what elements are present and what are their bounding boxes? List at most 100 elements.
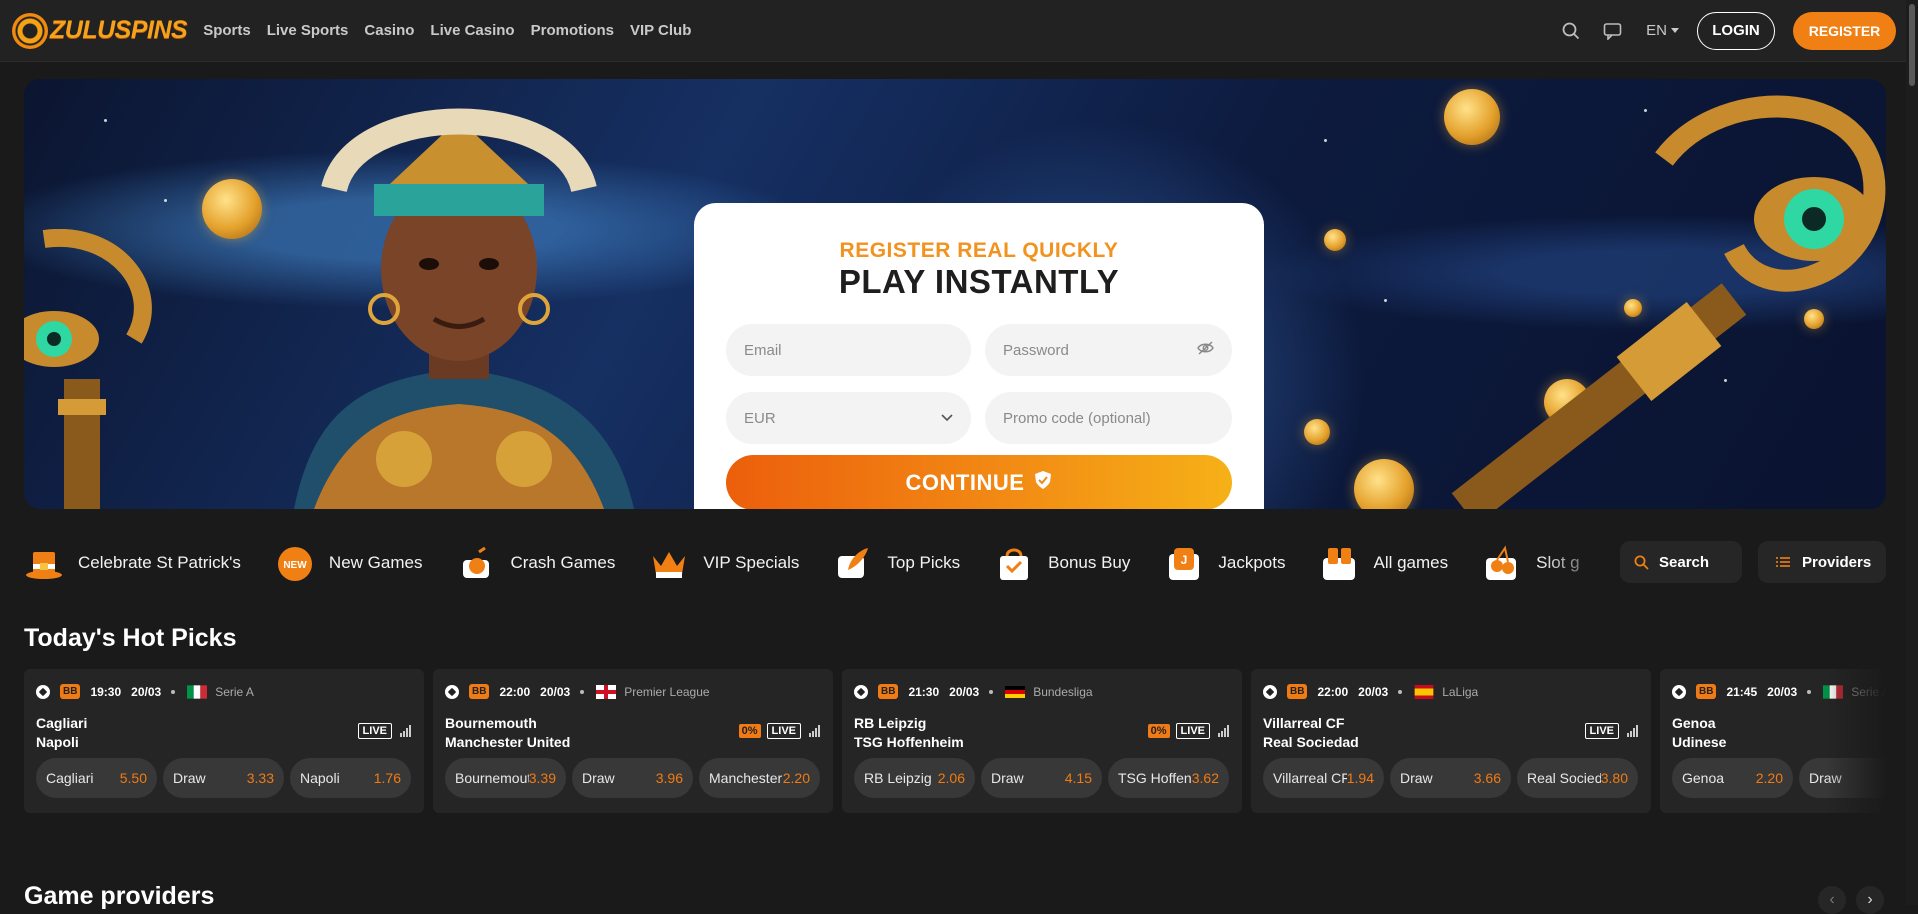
category-jackpots[interactable]: J Jackpots — [1164, 543, 1285, 583]
category-top-picks[interactable]: Top Picks — [833, 543, 960, 583]
stats-icon[interactable] — [1218, 725, 1230, 737]
odds-outcome: Draw — [991, 770, 1024, 786]
odds-button[interactable]: Cagliari 5.50 — [36, 758, 157, 798]
match-card[interactable]: BB 22:00 20/03 Premier League Bournemouth Man… — [433, 669, 833, 813]
odds-row: Cagliari 5.50 Draw 3.33 Napoli 1.76 — [36, 758, 417, 798]
football-icon — [854, 684, 868, 699]
odds-button[interactable]: Real Sociedad3.80 — [1517, 758, 1638, 798]
header-actions: EN LOGIN REGISTER — [1540, 11, 1896, 50]
category-label: All games — [1373, 553, 1449, 572]
page-scrollbar[interactable] — [1906, 0, 1918, 905]
language-label: EN — [1646, 22, 1667, 39]
odds-button[interactable]: Draw 4.15 — [981, 758, 1102, 798]
email-field[interactable] — [726, 324, 971, 376]
category-celebrate-st-patrick-s[interactable]: Celebrate St Patrick's — [24, 543, 241, 583]
odds-button[interactable]: Bournemouth3.39 — [445, 758, 566, 798]
category-label: VIP Specials — [703, 553, 800, 572]
category-vip-specials[interactable]: VIP Specials — [649, 543, 799, 583]
odds-outcome: Draw — [582, 770, 615, 786]
match-teams: RB Leipzig TSG Hoffenheim — [854, 714, 964, 752]
password-field[interactable] — [985, 324, 1232, 376]
odds-value: 2.20 — [1755, 770, 1783, 786]
match-teams: Villarreal CF Real Sociedad — [1263, 714, 1359, 752]
live-badge: LIVE — [1584, 723, 1619, 739]
brand-name: ZULUSPINS — [50, 16, 188, 44]
eye-off-icon[interactable] — [1197, 340, 1214, 360]
scrollbar-thumb[interactable] — [1909, 4, 1915, 86]
odds-button[interactable]: Draw 3.96 — [572, 758, 693, 798]
stats-icon[interactable] — [400, 725, 412, 737]
odds-button[interactable]: Draw 3.33 — [163, 758, 284, 798]
bet-builder-badge: BB — [1287, 684, 1308, 699]
category-search-button[interactable]: Search — [1620, 541, 1742, 583]
home-team: Villarreal CF — [1263, 715, 1345, 731]
search-icon[interactable] — [1560, 20, 1582, 42]
italy-flag-icon — [187, 684, 208, 699]
categories-fade — [1540, 536, 1610, 590]
providers-label: Providers — [1802, 553, 1872, 571]
game-providers-title: Game providers — [24, 882, 215, 910]
football-icon — [36, 684, 50, 699]
match-date: 20/03 — [540, 684, 571, 699]
crown-icon — [649, 543, 689, 583]
providers-prev-button[interactable]: ‹ — [1818, 886, 1846, 914]
football-icon — [445, 684, 459, 699]
category-label: Bonus Buy — [1048, 553, 1131, 572]
odds-button[interactable]: Manchester United2.20 — [699, 758, 820, 798]
register-subtitle: REGISTER REAL QUICKLY — [839, 239, 1119, 262]
nav-live-casino[interactable]: Live Casino — [430, 22, 514, 39]
nav-vip-club[interactable]: VIP Club — [630, 22, 691, 39]
zulu-character-image — [294, 108, 634, 509]
match-card[interactable]: BB 21:30 20/03 Bundesliga RB Leipzig TSG Hoff… — [842, 669, 1242, 813]
category-search-label: Search — [1659, 553, 1710, 571]
currency-select[interactable]: EUR — [726, 392, 971, 444]
odds-button[interactable]: Genoa 2.20 — [1672, 758, 1793, 798]
hero-banner: REGISTER REAL QUICKLY PLAY INSTANTLY EUR… — [24, 79, 1886, 509]
odds-button[interactable]: Villarreal CF 1.94 — [1263, 758, 1384, 798]
category-new-games[interactable]: NEW New Games — [275, 543, 422, 583]
providers-next-button[interactable]: › — [1856, 886, 1884, 914]
odds-button[interactable]: RB Leipzig 2.06 — [854, 758, 975, 798]
margin-badge: 0% — [738, 724, 761, 738]
odds-button[interactable]: Napoli 1.76 — [290, 758, 411, 798]
category-crash-games[interactable]: Crash Games — [456, 543, 615, 583]
away-team: Udinese — [1672, 734, 1727, 750]
odds-outcome: Bournemouth — [455, 770, 529, 786]
chat-icon[interactable] — [1602, 20, 1624, 42]
match-card[interactable]: BB 22:00 20/03 LaLiga Villarreal CF Real Soci… — [1251, 669, 1651, 813]
match-meta: BB 22:00 20/03 Premier League — [445, 684, 710, 699]
nav-live-sports[interactable]: Live Sports — [267, 22, 349, 39]
promo-code-field[interactable] — [985, 392, 1232, 444]
password-input[interactable] — [1003, 341, 1197, 359]
promo-code-input[interactable] — [1003, 409, 1214, 427]
match-teams: Cagliari Napoli — [36, 714, 87, 752]
category-all-games[interactable]: All games — [1319, 543, 1448, 583]
category-bonus-buy[interactable]: Bonus Buy — [994, 543, 1130, 583]
match-date: 20/03 — [949, 684, 980, 699]
cherries-icon — [1482, 543, 1522, 583]
continue-button[interactable]: CONTINUE — [726, 455, 1232, 509]
chevron-left-icon: ‹ — [1829, 891, 1835, 908]
match-time: 19:30 — [90, 684, 122, 699]
match-card[interactable]: BB 19:30 20/03 Serie A Cagliari Napoli LIVE Cag… — [24, 669, 424, 813]
odds-button[interactable]: Draw 3.66 — [1390, 758, 1511, 798]
providers-button[interactable]: Providers — [1758, 541, 1886, 583]
brand-logo[interactable]: ZULUSPINS — [12, 12, 188, 49]
gold-coin-image — [1324, 229, 1346, 251]
nav-sports[interactable]: Sports — [203, 22, 251, 39]
nav-casino[interactable]: Casino — [364, 22, 414, 39]
email-input[interactable] — [744, 341, 953, 359]
nav-promotions[interactable]: Promotions — [531, 22, 614, 39]
language-selector[interactable]: EN — [1646, 22, 1679, 39]
odds-value: 2.20 — [782, 770, 810, 786]
match-date: 20/03 — [1767, 684, 1798, 699]
stats-icon[interactable] — [1627, 725, 1639, 737]
chevron-down-icon — [941, 409, 953, 427]
login-button[interactable]: LOGIN — [1697, 11, 1775, 50]
game-categories-bar: Celebrate St Patrick's NEW New Games Crash … — [24, 540, 1586, 586]
list-icon — [1776, 556, 1790, 568]
register-button[interactable]: REGISTER — [1793, 11, 1896, 50]
leprechaun-hat-icon — [24, 543, 64, 583]
odds-button[interactable]: TSG Hoffenheim3.62 — [1108, 758, 1229, 798]
stats-icon[interactable] — [809, 725, 821, 737]
